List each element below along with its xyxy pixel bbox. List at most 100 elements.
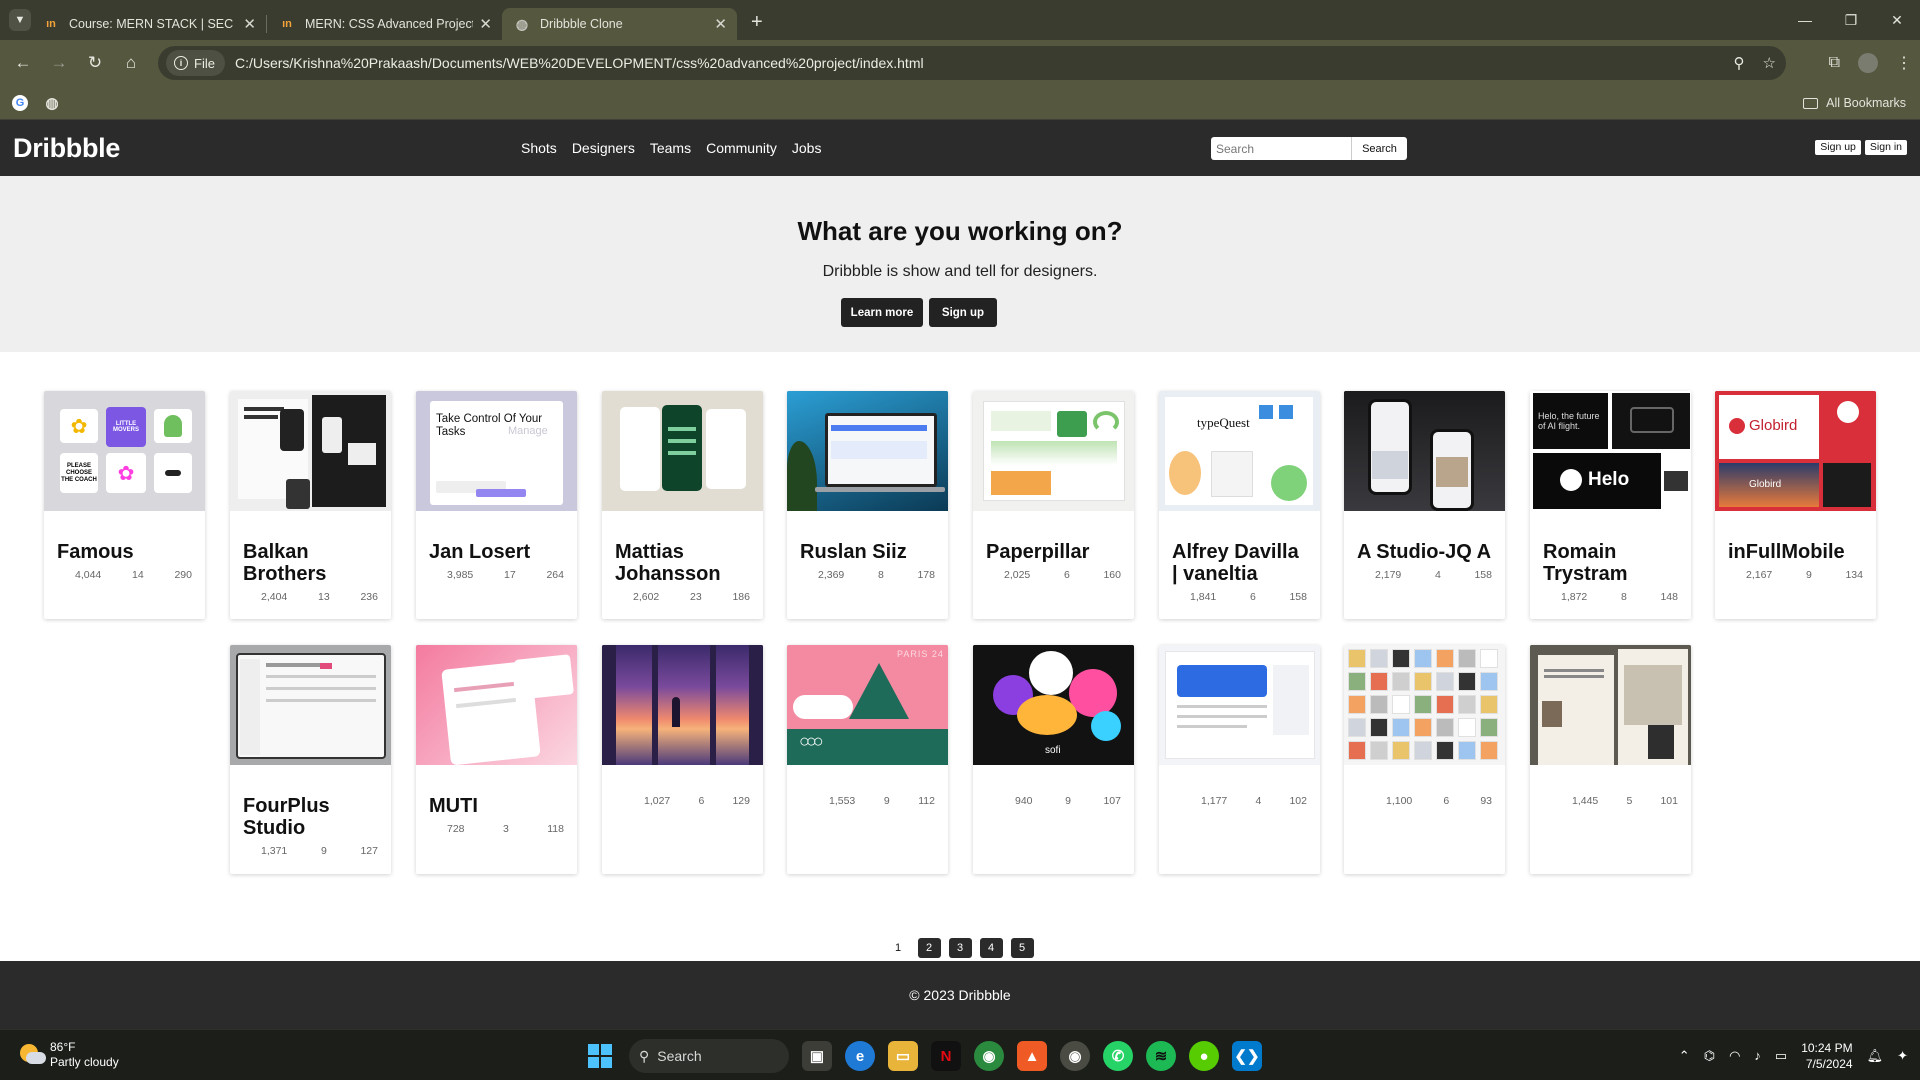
nav-link-jobs[interactable]: Jobs	[792, 140, 822, 156]
weather-widget[interactable]: 86°F Partly cloudy	[18, 1040, 119, 1070]
globe-icon[interactable]: ◍	[44, 95, 60, 112]
designer-name[interactable]: Balkan Brothers	[243, 541, 378, 585]
shot-thumbnail[interactable]	[230, 391, 391, 511]
shot-card[interactable]: 1,027 6 129	[602, 645, 763, 874]
zoom-icon[interactable]: ⚲	[1734, 54, 1745, 72]
shot-card[interactable]: Globird Globird inFullMobile 2,167 9 134	[1715, 391, 1876, 619]
clock[interactable]: 10:24 PM 7/5/2024	[1801, 1040, 1852, 1072]
copilot-icon[interactable]: ✦	[1897, 1048, 1908, 1064]
task-view-icon[interactable]: ▣	[802, 1041, 832, 1071]
shot-thumbnail[interactable]	[1159, 645, 1320, 765]
duolingo-icon[interactable]: ●	[1189, 1041, 1219, 1071]
shot-card[interactable]: typeQuest Alfrey Davilla | vaneltia 1,84…	[1159, 391, 1320, 619]
shot-thumbnail[interactable]: ✿ LITTLE MOVERS PLEASE CHOOSE THE COACH …	[44, 391, 205, 511]
network-icon[interactable]: ⌬	[1704, 1048, 1715, 1064]
reload-icon[interactable]: ↻	[80, 48, 110, 78]
sign-up-button[interactable]: Sign up	[1815, 140, 1861, 155]
sign-in-button[interactable]: Sign in	[1864, 140, 1907, 155]
google-icon[interactable]: G	[12, 94, 28, 111]
close-icon[interactable]: ✕	[243, 15, 256, 33]
shot-card[interactable]: 1,177 4 102	[1159, 645, 1320, 874]
shot-thumbnail[interactable]	[230, 645, 391, 765]
netflix-icon[interactable]: N	[931, 1041, 961, 1071]
file-explorer-icon[interactable]: ▭	[888, 1041, 918, 1071]
shot-card[interactable]: A Studio-JQ A 2,179 4 158	[1344, 391, 1505, 619]
nav-link-teams[interactable]: Teams	[650, 140, 691, 156]
back-icon[interactable]: ←	[8, 48, 38, 78]
designer-name[interactable]: Mattias Johansson	[615, 541, 750, 585]
shot-thumbnail[interactable]	[416, 645, 577, 765]
spotify-icon[interactable]: ≋	[1146, 1041, 1176, 1071]
brave-icon[interactable]: ▲	[1017, 1041, 1047, 1071]
designer-name[interactable]: MUTI	[429, 795, 564, 817]
chevron-up-icon[interactable]: ⌃	[1679, 1048, 1690, 1064]
shot-thumbnail[interactable]: typeQuest	[1159, 391, 1320, 511]
designer-name[interactable]: A Studio-JQ A	[1357, 541, 1492, 563]
shot-card[interactable]: Paperpillar 2,025 6 160	[973, 391, 1134, 619]
shot-card[interactable]: sofi 940 9 107	[973, 645, 1134, 874]
shot-card[interactable]: 1,445 5 101	[1530, 645, 1691, 874]
all-bookmarks[interactable]: All Bookmarks	[1803, 86, 1906, 120]
bookmark-star-icon[interactable]: ☆	[1763, 54, 1776, 72]
close-icon[interactable]: ✕	[479, 15, 492, 33]
shot-card[interactable]: FourPlus Studio 1,371 9 127	[230, 645, 391, 874]
tab-search-icon[interactable]: ▼	[9, 9, 31, 31]
close-icon[interactable]: ✕	[714, 15, 727, 33]
notification-bell-icon[interactable]: 🔔︎	[1867, 1048, 1884, 1064]
page-5[interactable]: 5	[1010, 938, 1034, 958]
forward-icon[interactable]: →	[44, 48, 74, 78]
shot-card[interactable]: Mattias Johansson 2,602 23 186	[602, 391, 763, 619]
shot-thumbnail[interactable]	[973, 391, 1134, 511]
chrome-active-icon[interactable]: ◉	[1060, 1041, 1090, 1071]
shot-card[interactable]: MUTI 728 3 118	[416, 645, 577, 874]
browser-tab-active[interactable]: ◍ Dribbble Clone ✕	[502, 8, 737, 40]
shot-card[interactable]: 1,100 6 93	[1344, 645, 1505, 874]
close-window-icon[interactable]: ✕	[1874, 0, 1920, 40]
shot-thumbnail[interactable]: Helo, the future of AI flight. Helo	[1530, 391, 1691, 511]
shot-thumbnail[interactable]	[1344, 645, 1505, 765]
designer-name[interactable]: Ruslan Siiz	[800, 541, 935, 563]
hero-sign-up-button[interactable]: Sign up	[929, 298, 997, 327]
battery-icon[interactable]: ▭	[1775, 1048, 1787, 1064]
minimize-icon[interactable]: —	[1782, 0, 1828, 40]
shot-thumbnail[interactable]: sofi	[973, 645, 1134, 765]
designer-name[interactable]: Jan Losert	[429, 541, 564, 563]
new-tab-icon[interactable]: +	[751, 11, 763, 34]
shot-thumbnail[interactable]: PARIS 24 ○○○	[787, 645, 948, 765]
shot-card[interactable]: Take Control Of Your Tasks Manage Jan Lo…	[416, 391, 577, 619]
shot-thumbnail[interactable]	[1344, 391, 1505, 511]
search-button[interactable]: Search	[1351, 137, 1407, 160]
page-4[interactable]: 4	[979, 938, 1003, 958]
shot-card[interactable]: Helo, the future of AI flight. Helo Roma…	[1530, 391, 1691, 619]
shot-thumbnail[interactable]	[1530, 645, 1691, 765]
shot-card[interactable]: Balkan Brothers 2,404 13 236	[230, 391, 391, 619]
restore-icon[interactable]: ❐	[1828, 0, 1874, 40]
page-1[interactable]: 1	[887, 938, 910, 958]
shot-thumbnail[interactable]	[602, 645, 763, 765]
designer-name[interactable]: Romain Trystram	[1543, 541, 1678, 585]
volume-icon[interactable]: ♪	[1754, 1048, 1761, 1063]
nav-link-shots[interactable]: Shots	[521, 140, 557, 156]
site-logo[interactable]: Dribbble	[13, 133, 120, 164]
edge-icon[interactable]: e	[845, 1041, 875, 1071]
search-input[interactable]	[1211, 137, 1351, 160]
shot-thumbnail[interactable]	[602, 391, 763, 511]
whatsapp-icon[interactable]: ✆	[1103, 1041, 1133, 1071]
chrome-icon[interactable]: ◉	[974, 1041, 1004, 1071]
taskbar-search[interactable]: ⚲ Search	[629, 1039, 789, 1073]
vscode-icon[interactable]: ❮❯	[1232, 1041, 1262, 1071]
url-text[interactable]: C:/Users/Krishna%20Prakaash/Documents/WE…	[235, 55, 924, 71]
page-2[interactable]: 2	[917, 938, 941, 958]
extensions-icon[interactable]: ⧉	[1829, 54, 1840, 72]
shot-card[interactable]: ✿ LITTLE MOVERS PLEASE CHOOSE THE COACH …	[44, 391, 205, 619]
page-3[interactable]: 3	[948, 938, 972, 958]
designer-name[interactable]: Famous	[57, 541, 192, 563]
browser-tab[interactable]: ın MERN: CSS Advanced Project | ✕	[267, 8, 502, 40]
shot-thumbnail[interactable]: Globird Globird	[1715, 391, 1876, 511]
menu-icon[interactable]: ⋮	[1896, 53, 1912, 73]
windows-start-icon[interactable]	[588, 1044, 612, 1068]
browser-tab[interactable]: ın Course: MERN STACK | SEC ✕	[31, 8, 266, 40]
address-bar[interactable]: i File C:/Users/Krishna%20Prakaash/Docum…	[158, 46, 1786, 80]
designer-name[interactable]: Paperpillar	[986, 541, 1121, 563]
shot-thumbnail[interactable]	[787, 391, 948, 511]
